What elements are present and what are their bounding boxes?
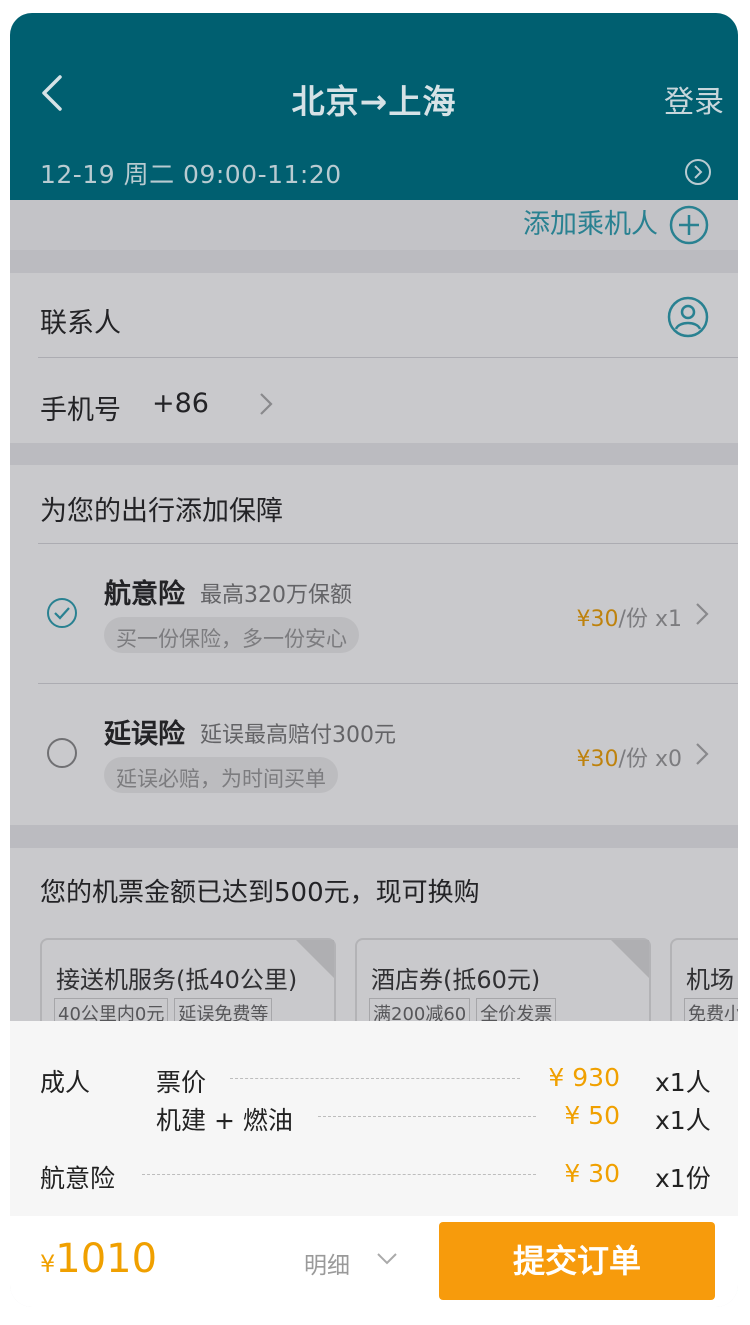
submit-order-button[interactable]: 提交订单 bbox=[439, 1222, 715, 1300]
chevron-down-icon[interactable] bbox=[376, 1252, 398, 1266]
ticket-qty: x1人 bbox=[655, 1068, 711, 1097]
modal-overlay[interactable] bbox=[10, 200, 738, 1035]
checkout-bar: ¥1010 明细 提交订单 bbox=[10, 1216, 738, 1307]
insurance-qty: x1份 bbox=[655, 1164, 711, 1193]
ticket-price: ¥ 930 bbox=[548, 1063, 620, 1092]
dashed-leader bbox=[318, 1116, 536, 1117]
dashed-leader bbox=[142, 1174, 536, 1175]
insurance-price: ¥ 30 bbox=[564, 1159, 620, 1188]
booking-screen: 北京→上海 登录 12-19 周二 09:00-11:20 添加乘机人 联系人 bbox=[10, 13, 738, 1307]
tax-price: ¥ 50 bbox=[564, 1101, 620, 1130]
total-amount: 1010 bbox=[55, 1236, 158, 1282]
chevron-right-circle-icon[interactable] bbox=[684, 158, 712, 186]
insurance-label: 航意险 bbox=[40, 1164, 116, 1193]
dashed-leader bbox=[230, 1078, 520, 1079]
flight-info: 12-19 周二 09:00-11:20 bbox=[40, 160, 342, 189]
total-price: ¥1010 bbox=[40, 1236, 157, 1282]
tax-label: 机建 + 燃油 bbox=[156, 1106, 293, 1135]
currency-symbol: ¥ bbox=[40, 1250, 56, 1278]
adult-label: 成人 bbox=[40, 1068, 91, 1097]
tax-qty: x1人 bbox=[655, 1106, 711, 1135]
login-button[interactable]: 登录 bbox=[664, 77, 724, 121]
route-title: 北京→上海 bbox=[291, 82, 457, 121]
header-bar: 北京→上海 登录 12-19 周二 09:00-11:20 bbox=[10, 13, 738, 200]
ticket-label: 票价 bbox=[156, 1068, 207, 1097]
detail-toggle[interactable]: 明细 bbox=[304, 1246, 350, 1280]
price-detail-panel: 成人 票价 ¥ 930 x1人 机建 + 燃油 ¥ 50 x1人 航意险 ¥ 3… bbox=[10, 1021, 738, 1216]
